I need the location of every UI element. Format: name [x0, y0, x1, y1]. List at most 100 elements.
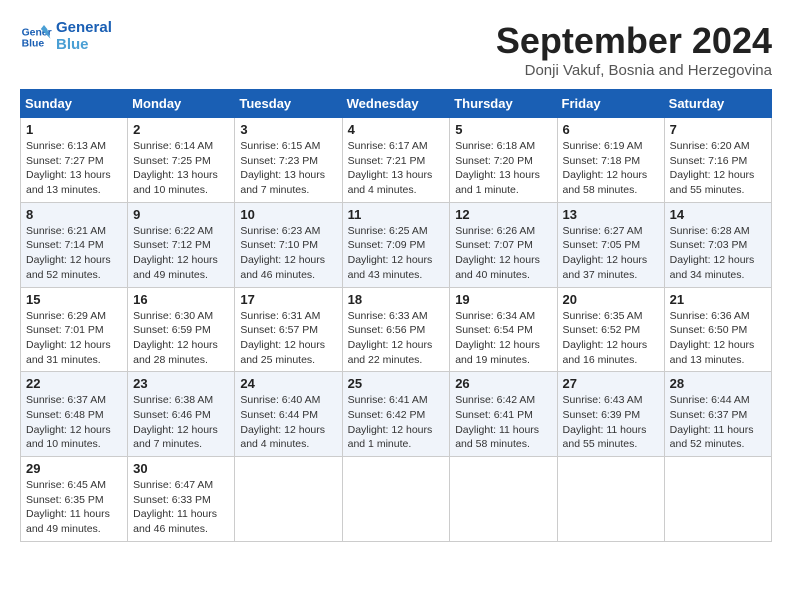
day-info: Sunrise: 6:40 AM Sunset: 6:44 PM Dayligh…	[240, 393, 336, 452]
calendar-cell	[342, 457, 450, 542]
day-number: 27	[563, 376, 659, 391]
day-number: 6	[563, 122, 659, 137]
calendar-cell: 27 Sunrise: 6:43 AM Sunset: 6:39 PM Dayli…	[557, 372, 664, 457]
calendar-cell	[235, 457, 342, 542]
calendar-cell	[664, 457, 771, 542]
day-info: Sunrise: 6:20 AM Sunset: 7:16 PM Dayligh…	[670, 139, 766, 198]
calendar-cell: 3Sunrise: 6:15 AM Sunset: 7:23 PM Daylig…	[235, 118, 342, 203]
day-number: 8	[26, 207, 122, 222]
day-number: 11	[348, 207, 445, 222]
month-title: September 2024	[496, 20, 772, 62]
day-info: Sunrise: 6:14 AM Sunset: 7:25 PM Dayligh…	[133, 139, 229, 198]
day-number: 9	[133, 207, 229, 222]
day-number: 22	[26, 376, 122, 391]
day-number: 17	[240, 292, 336, 307]
calendar-cell: 22Sunrise: 6:37 AM Sunset: 6:48 PM Dayli…	[21, 372, 128, 457]
day-info: Sunrise: 6:34 AM Sunset: 6:54 PM Dayligh…	[455, 309, 551, 368]
calendar-cell: 1 Sunrise: 6:13 AM Sunset: 7:27 PM Daylig…	[21, 118, 128, 203]
calendar-cell: 25 Sunrise: 6:41 AM Sunset: 6:42 PM Dayli…	[342, 372, 450, 457]
logo-line1: General	[56, 20, 112, 37]
col-header-sunday: Sunday	[21, 90, 128, 118]
day-number: 14	[670, 207, 766, 222]
calendar-cell	[557, 457, 664, 542]
calendar-cell: 29Sunrise: 6:45 AM Sunset: 6:35 PM Dayli…	[21, 457, 128, 542]
calendar-cell: 16 Sunrise: 6:30 AM Sunset: 6:59 PM Dayli…	[128, 287, 235, 372]
day-info: Sunrise: 6:18 AM Sunset: 7:20 PM Dayligh…	[455, 139, 551, 198]
day-info: Sunrise: 6:22 AM Sunset: 7:12 PM Dayligh…	[133, 224, 229, 283]
col-header-tuesday: Tuesday	[235, 90, 342, 118]
day-info: Sunrise: 6:25 AM Sunset: 7:09 PM Dayligh…	[348, 224, 445, 283]
calendar-table: SundayMondayTuesdayWednesdayThursdayFrid…	[20, 89, 772, 542]
calendar-cell: 11 Sunrise: 6:25 AM Sunset: 7:09 PM Dayli…	[342, 202, 450, 287]
calendar-cell: 5Sunrise: 6:18 AM Sunset: 7:20 PM Daylig…	[450, 118, 557, 203]
day-info: Sunrise: 6:42 AM Sunset: 6:41 PM Dayligh…	[455, 393, 551, 452]
day-number: 1	[26, 122, 122, 137]
col-header-thursday: Thursday	[450, 90, 557, 118]
day-number: 13	[563, 207, 659, 222]
day-number: 25	[348, 376, 445, 391]
logo: General Blue General Blue	[20, 20, 112, 53]
day-info: Sunrise: 6:27 AM Sunset: 7:05 PM Dayligh…	[563, 224, 659, 283]
logo-line2: Blue	[56, 37, 112, 54]
day-info: Sunrise: 6:19 AM Sunset: 7:18 PM Dayligh…	[563, 139, 659, 198]
calendar-cell: 20 Sunrise: 6:35 AM Sunset: 6:52 PM Dayli…	[557, 287, 664, 372]
calendar-cell: 19 Sunrise: 6:34 AM Sunset: 6:54 PM Dayli…	[450, 287, 557, 372]
svg-text:Blue: Blue	[22, 38, 45, 49]
day-number: 7	[670, 122, 766, 137]
day-info: Sunrise: 6:13 AM Sunset: 7:27 PM Dayligh…	[26, 139, 122, 198]
day-number: 21	[670, 292, 766, 307]
day-info: Sunrise: 6:28 AM Sunset: 7:03 PM Dayligh…	[670, 224, 766, 283]
calendar-cell: 24 Sunrise: 6:40 AM Sunset: 6:44 PM Dayli…	[235, 372, 342, 457]
calendar-cell: 23 Sunrise: 6:38 AM Sunset: 6:46 PM Dayli…	[128, 372, 235, 457]
col-header-monday: Monday	[128, 90, 235, 118]
day-number: 16	[133, 292, 229, 307]
day-number: 30	[133, 461, 229, 476]
day-info: Sunrise: 6:47 AM Sunset: 6:33 PM Dayligh…	[133, 478, 229, 537]
logo-icon: General Blue	[20, 21, 52, 53]
day-number: 19	[455, 292, 551, 307]
day-info: Sunrise: 6:30 AM Sunset: 6:59 PM Dayligh…	[133, 309, 229, 368]
calendar-cell: 26 Sunrise: 6:42 AM Sunset: 6:41 PM Dayli…	[450, 372, 557, 457]
calendar-cell: 2 Sunrise: 6:14 AM Sunset: 7:25 PM Daylig…	[128, 118, 235, 203]
day-info: Sunrise: 6:26 AM Sunset: 7:07 PM Dayligh…	[455, 224, 551, 283]
day-number: 24	[240, 376, 336, 391]
day-info: Sunrise: 6:15 AM Sunset: 7:23 PM Dayligh…	[240, 139, 336, 198]
title-block: September 2024 Donji Vakuf, Bosnia and H…	[496, 20, 772, 79]
day-info: Sunrise: 6:23 AM Sunset: 7:10 PM Dayligh…	[240, 224, 336, 283]
calendar-cell: 14 Sunrise: 6:28 AM Sunset: 7:03 PM Dayli…	[664, 202, 771, 287]
calendar-cell: 28 Sunrise: 6:44 AM Sunset: 6:37 PM Dayli…	[664, 372, 771, 457]
col-header-friday: Friday	[557, 90, 664, 118]
day-number: 26	[455, 376, 551, 391]
calendar-cell: 4Sunrise: 6:17 AM Sunset: 7:21 PM Daylig…	[342, 118, 450, 203]
day-number: 10	[240, 207, 336, 222]
col-header-saturday: Saturday	[664, 90, 771, 118]
calendar-cell: 6 Sunrise: 6:19 AM Sunset: 7:18 PM Daylig…	[557, 118, 664, 203]
day-info: Sunrise: 6:36 AM Sunset: 6:50 PM Dayligh…	[670, 309, 766, 368]
day-info: Sunrise: 6:31 AM Sunset: 6:57 PM Dayligh…	[240, 309, 336, 368]
day-info: Sunrise: 6:38 AM Sunset: 6:46 PM Dayligh…	[133, 393, 229, 452]
calendar-cell: 17 Sunrise: 6:31 AM Sunset: 6:57 PM Dayli…	[235, 287, 342, 372]
page-header: General Blue General Blue September 2024…	[20, 20, 772, 79]
calendar-cell	[450, 457, 557, 542]
calendar-cell: 18Sunrise: 6:33 AM Sunset: 6:56 PM Dayli…	[342, 287, 450, 372]
calendar-cell: 10 Sunrise: 6:23 AM Sunset: 7:10 PM Dayli…	[235, 202, 342, 287]
col-header-wednesday: Wednesday	[342, 90, 450, 118]
day-info: Sunrise: 6:44 AM Sunset: 6:37 PM Dayligh…	[670, 393, 766, 452]
day-number: 2	[133, 122, 229, 137]
day-info: Sunrise: 6:29 AM Sunset: 7:01 PM Dayligh…	[26, 309, 122, 368]
day-number: 23	[133, 376, 229, 391]
day-info: Sunrise: 6:41 AM Sunset: 6:42 PM Dayligh…	[348, 393, 445, 452]
day-number: 15	[26, 292, 122, 307]
day-number: 20	[563, 292, 659, 307]
day-info: Sunrise: 6:43 AM Sunset: 6:39 PM Dayligh…	[563, 393, 659, 452]
calendar-cell: 21 Sunrise: 6:36 AM Sunset: 6:50 PM Dayli…	[664, 287, 771, 372]
day-info: Sunrise: 6:35 AM Sunset: 6:52 PM Dayligh…	[563, 309, 659, 368]
day-number: 12	[455, 207, 551, 222]
calendar-cell: 8Sunrise: 6:21 AM Sunset: 7:14 PM Daylig…	[21, 202, 128, 287]
calendar-cell: 12 Sunrise: 6:26 AM Sunset: 7:07 PM Dayli…	[450, 202, 557, 287]
day-number: 18	[348, 292, 445, 307]
day-number: 28	[670, 376, 766, 391]
day-number: 29	[26, 461, 122, 476]
day-info: Sunrise: 6:17 AM Sunset: 7:21 PM Dayligh…	[348, 139, 445, 198]
calendar-cell: 7 Sunrise: 6:20 AM Sunset: 7:16 PM Daylig…	[664, 118, 771, 203]
